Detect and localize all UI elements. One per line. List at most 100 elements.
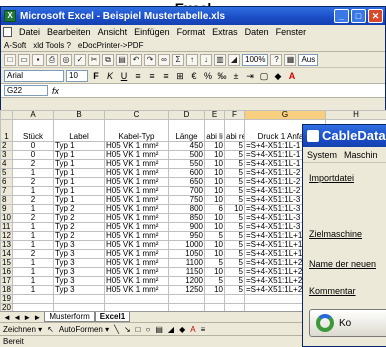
- cell[interactable]: 10: [204, 195, 225, 205]
- column-header-b[interactable]: B: [53, 110, 105, 120]
- font-select[interactable]: Arial: [4, 69, 64, 82]
- cell[interactable]: [224, 294, 245, 304]
- cell[interactable]: 10: [204, 285, 225, 295]
- cell[interactable]: 10: [204, 222, 225, 232]
- cell[interactable]: 5: [224, 285, 245, 295]
- cell[interactable]: Typ 3: [53, 285, 105, 295]
- draw-font-color-icon[interactable]: A: [190, 325, 195, 334]
- comment-label[interactable]: Kommentar: [309, 286, 356, 296]
- column-header-h[interactable]: H: [325, 110, 386, 120]
- cell[interactable]: Typ 3: [53, 240, 105, 250]
- cell[interactable]: 5: [224, 168, 245, 178]
- target-machine-label[interactable]: Zielmaschine: [309, 229, 362, 239]
- copy-icon[interactable]: ⧉: [102, 53, 114, 66]
- cell[interactable]: 1: [12, 231, 54, 241]
- cell[interactable]: 1: [12, 276, 54, 286]
- row-header[interactable]: 11: [0, 222, 13, 232]
- cell[interactable]: 5: [224, 186, 245, 196]
- arrow-icon[interactable]: ↘: [124, 325, 131, 334]
- cell[interactable]: 10: [204, 267, 225, 277]
- cell[interactable]: H05 VK 1 mm²: [104, 249, 169, 259]
- menu-format[interactable]: Format: [177, 27, 206, 37]
- cell[interactable]: 10: [204, 168, 225, 178]
- row-header[interactable]: 13: [0, 240, 13, 250]
- hyperlink-icon[interactable]: ∞: [158, 53, 170, 66]
- cell[interactable]: 5: [204, 276, 225, 286]
- cell[interactable]: abi li: [204, 119, 225, 142]
- cell[interactable]: 10: [204, 177, 225, 187]
- cell[interactable]: abi re: [224, 119, 245, 142]
- cell[interactable]: 700: [168, 186, 205, 196]
- line-style-icon[interactable]: ≡: [201, 325, 206, 334]
- print-icon[interactable]: ⎙: [46, 53, 58, 66]
- cell[interactable]: [104, 294, 169, 304]
- percent-icon[interactable]: %: [202, 70, 214, 82]
- new-name-label[interactable]: Name der neuen: [309, 259, 376, 269]
- name-box[interactable]: G22: [4, 85, 48, 96]
- menu-einfuegen[interactable]: Einfügen: [134, 27, 170, 37]
- cell[interactable]: 5: [224, 195, 245, 205]
- style-select[interactable]: Aus: [298, 53, 319, 66]
- rectangle-icon[interactable]: □: [136, 325, 141, 334]
- menu-fenster[interactable]: Fenster: [276, 27, 307, 37]
- column-header-d[interactable]: D: [168, 110, 205, 120]
- cell[interactable]: H05 VK 1 mm²: [104, 240, 169, 250]
- cell[interactable]: 950: [168, 231, 205, 241]
- row-header[interactable]: 15: [0, 258, 13, 268]
- brush-icon[interactable]: ▦: [284, 53, 297, 66]
- cell[interactable]: 5: [224, 267, 245, 277]
- cell[interactable]: 5: [224, 177, 245, 187]
- cell[interactable]: 10: [204, 249, 225, 259]
- draw-menu[interactable]: Zeichnen ▾: [3, 325, 42, 334]
- cell[interactable]: 1: [12, 204, 54, 214]
- oval-icon[interactable]: ○: [146, 325, 151, 334]
- cell[interactable]: Typ 3: [53, 249, 105, 259]
- minimize-button[interactable]: _: [334, 9, 349, 23]
- line-icon[interactable]: ╲: [114, 325, 119, 334]
- menu-bearbeiten[interactable]: Bearbeiten: [47, 27, 91, 37]
- pointer-icon[interactable]: ↖: [47, 325, 54, 334]
- cell[interactable]: Typ 1: [53, 186, 105, 196]
- corner-cell[interactable]: [0, 110, 13, 120]
- cell[interactable]: 1: [12, 168, 54, 178]
- cell[interactable]: 1: [12, 240, 54, 250]
- row-header[interactable]: 2: [0, 141, 13, 151]
- cell[interactable]: 1: [12, 222, 54, 232]
- cell[interactable]: 5: [204, 258, 225, 268]
- cell[interactable]: Typ 1: [53, 141, 105, 151]
- cell[interactable]: Typ 3: [53, 267, 105, 277]
- row-header[interactable]: 19: [0, 294, 13, 304]
- cell[interactable]: 0: [12, 141, 54, 151]
- cell[interactable]: 5: [224, 141, 245, 151]
- cell[interactable]: 10: [204, 150, 225, 160]
- cell[interactable]: H05 VK 1 mm²: [104, 159, 169, 169]
- cell[interactable]: [168, 294, 205, 304]
- indent-icon[interactable]: ⇥: [244, 70, 256, 82]
- menu-daten[interactable]: Daten: [245, 27, 269, 37]
- row-header[interactable]: 1: [0, 119, 13, 142]
- row-header[interactable]: 9: [0, 204, 13, 214]
- function-icon[interactable]: fx: [52, 86, 59, 96]
- cut-icon[interactable]: ✂: [88, 53, 100, 66]
- drawing-icon[interactable]: ◢: [228, 53, 240, 66]
- dialog-menu-maschine[interactable]: Maschin: [344, 147, 378, 162]
- cell[interactable]: H05 VK 1 mm²: [104, 168, 169, 178]
- row-header[interactable]: 10: [0, 213, 13, 223]
- cell[interactable]: Typ 1: [53, 177, 105, 187]
- italic-button[interactable]: K: [104, 70, 116, 82]
- cell[interactable]: Typ 2: [53, 231, 105, 241]
- cell[interactable]: Länge: [168, 119, 205, 142]
- cell[interactable]: 1150: [168, 267, 205, 277]
- cell[interactable]: 1050: [168, 249, 205, 259]
- cell[interactable]: Typ 1: [53, 159, 105, 169]
- cell[interactable]: H05 VK 1 mm²: [104, 195, 169, 205]
- new-icon[interactable]: □: [4, 53, 16, 66]
- row-header[interactable]: 6: [0, 177, 13, 187]
- chart-wizard-icon[interactable]: ▥: [214, 53, 226, 66]
- autoshapes-menu[interactable]: AutoFormen ▾: [59, 325, 109, 334]
- maximize-button[interactable]: □: [351, 9, 366, 23]
- cell[interactable]: 10: [204, 141, 225, 151]
- textbox-icon[interactable]: ▤: [155, 325, 163, 334]
- row-header[interactable]: 17: [0, 276, 13, 286]
- cell[interactable]: 0: [12, 150, 54, 160]
